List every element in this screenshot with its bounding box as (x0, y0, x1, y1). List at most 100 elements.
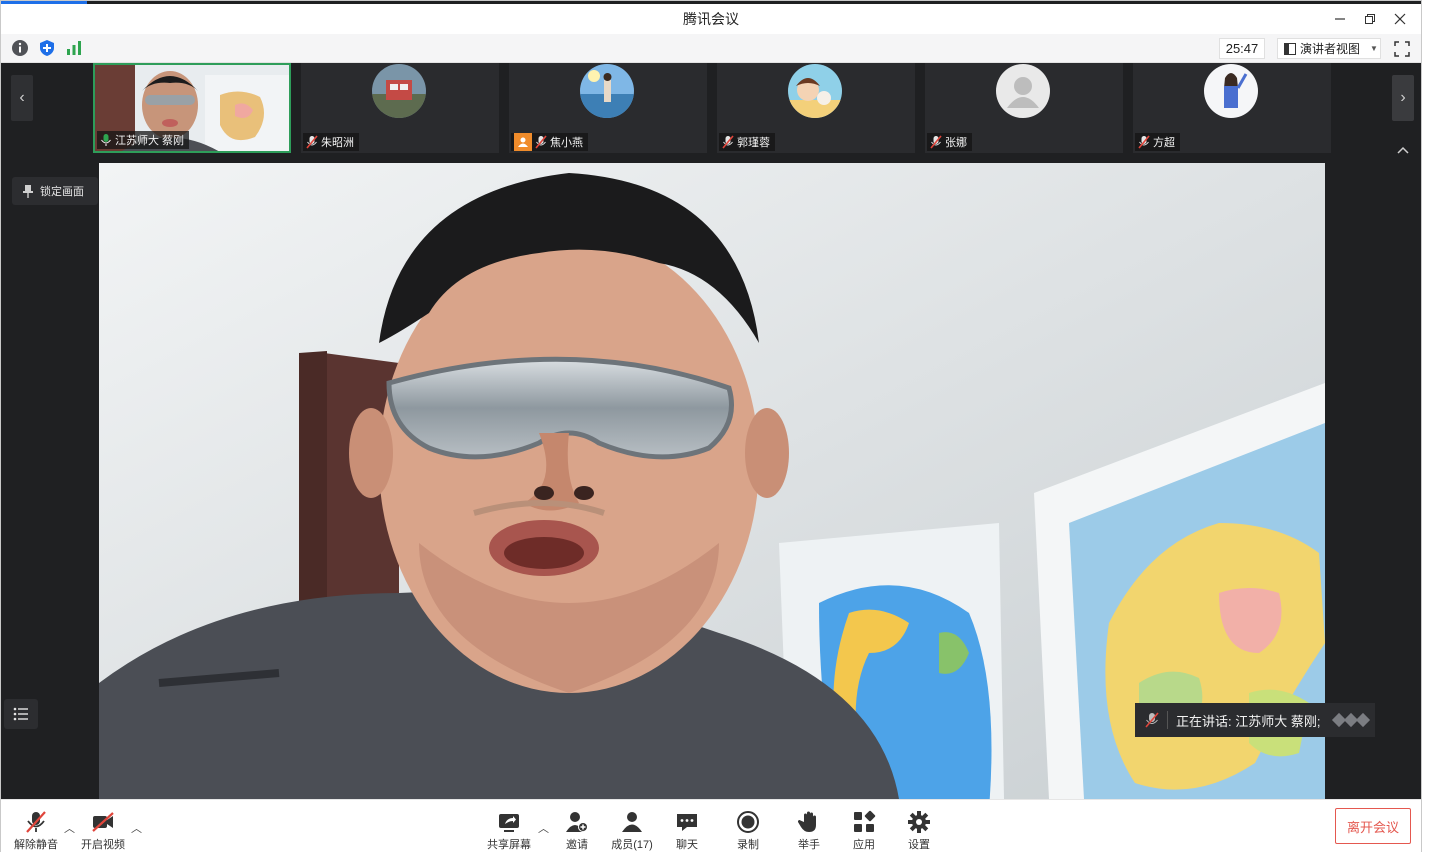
chevron-left-icon: ‹ (19, 89, 25, 106)
share-screen-button[interactable]: 共享屏幕 (481, 810, 537, 852)
invite-label: 邀请 (566, 839, 588, 851)
speaking-text: 正在讲话: 江苏师大 蔡刚; (1176, 713, 1321, 729)
invite-button[interactable]: 邀请 (549, 810, 605, 852)
participant-tile[interactable]: 张娜 (925, 63, 1123, 153)
host-badge-icon (514, 133, 532, 151)
view-mode-label: 演讲者视图 (1300, 42, 1361, 56)
chat-button[interactable]: 聊天 (659, 810, 715, 852)
participant-tile[interactable]: 方超 (1133, 63, 1331, 153)
avatar (788, 64, 842, 118)
title-bar: 腾讯会议 (1, 4, 1421, 34)
participant-tile[interactable]: 焦小燕 (509, 63, 707, 153)
participant-strip: ‹ 江苏师大 蔡刚 朱昭洲 焦小燕 郭瑾蓉 张娜 方超 › (1, 63, 1421, 161)
divider (1167, 711, 1168, 729)
share-screen-label: 共享屏幕 (487, 839, 531, 851)
add-user-icon (566, 812, 588, 832)
unmute-button[interactable]: 解除静音 (8, 810, 64, 852)
meeting-timer: 25:47 (1219, 38, 1265, 59)
record-button[interactable]: 录制 (720, 810, 776, 852)
apps-button[interactable]: 应用 (836, 810, 892, 852)
raise-hand-label: 举手 (798, 839, 820, 851)
layout-icon (1284, 42, 1296, 55)
mic-off-icon (1138, 135, 1150, 149)
share-options-chevron-icon[interactable]: ︿ (538, 820, 549, 836)
avatar (580, 64, 634, 118)
participant-tile[interactable]: 江苏师大 蔡刚 (93, 63, 291, 153)
meeting-window: 腾讯会议 25:47 演讲者视图 ▼ ‹ 江苏师大 蔡刚 朱昭洲 焦小燕 郭瑾蓉… (0, 0, 1422, 853)
member-list-button[interactable] (4, 699, 38, 729)
restore-icon[interactable] (1355, 4, 1385, 34)
participant-name: 焦小燕 (550, 137, 583, 149)
avatar (1204, 64, 1258, 118)
participant-name: 郭瑾蓉 (737, 137, 770, 149)
window-controls (1325, 4, 1415, 34)
video-options-chevron-icon[interactable]: ︿ (131, 820, 142, 836)
participant-name: 朱昭洲 (321, 137, 354, 149)
gear-icon (908, 811, 930, 833)
lock-view-button[interactable]: 锁定画面 (12, 177, 98, 205)
minimize-icon[interactable] (1325, 4, 1355, 34)
chevron-up-icon (1397, 146, 1409, 154)
mic-on-icon (101, 134, 111, 146)
raise-hand-button[interactable]: 举手 (781, 810, 837, 852)
share-screen-icon (499, 814, 519, 832)
window-title: 腾讯会议 (683, 11, 739, 27)
pin-icon (23, 185, 33, 198)
camera-off-icon (92, 812, 114, 832)
info-icon[interactable] (11, 39, 29, 57)
start-video-button[interactable]: 开启视频 (75, 810, 131, 852)
chat-label: 聊天 (676, 839, 698, 851)
list-icon (13, 707, 28, 721)
mic-off-icon (535, 135, 547, 149)
participant-label: 朱昭洲 (303, 133, 359, 151)
mic-off-icon (26, 811, 46, 833)
chevron-right-icon: › (1400, 89, 1406, 106)
members-button[interactable]: 成员(17) (604, 810, 660, 852)
participant-tile[interactable]: 朱昭洲 (301, 63, 499, 153)
lock-view-label: 锁定画面 (40, 186, 84, 198)
speaking-indicator: 正在讲话: 江苏师大 蔡刚; (1135, 703, 1375, 737)
participant-name: 方超 (1153, 137, 1175, 149)
info-bar: 25:47 演讲者视图 ▼ (1, 34, 1421, 63)
bottom-toolbar: 解除静音 ︿ 开启视频 ︿ 共享屏幕 ︿ 邀请 成员(17) 聊天 录制 举手 … (1, 799, 1421, 853)
participant-label: 张娜 (927, 133, 972, 151)
members-label: 成员(17) (611, 839, 653, 851)
participant-tile[interactable]: 郭瑾蓉 (717, 63, 915, 153)
default-avatar-icon (996, 64, 1050, 118)
members-icon (622, 812, 642, 832)
participant-name: 江苏师大 蔡刚 (115, 135, 185, 147)
strip-prev-button[interactable]: ‹ (11, 75, 33, 121)
participant-label: 焦小燕 (511, 133, 588, 151)
unmute-label: 解除静音 (14, 839, 58, 851)
chevron-down-icon: ▼ (1370, 44, 1378, 53)
main-stage: 锁定画面 正在讲话: 江苏师大 蔡刚; (1, 161, 1421, 799)
participant-label: 郭瑾蓉 (719, 133, 775, 151)
view-mode-dropdown[interactable]: 演讲者视图 ▼ (1277, 38, 1381, 59)
sound-wave-icon (1332, 712, 1371, 728)
chat-icon (677, 814, 697, 831)
participant-label: 江苏师大 蔡刚 (97, 131, 190, 149)
mic-off-icon (722, 135, 734, 149)
mic-off-icon (1145, 712, 1159, 728)
mic-off-icon (930, 135, 942, 149)
avatar (372, 64, 426, 118)
participant-name: 张娜 (945, 137, 967, 149)
apps-icon (854, 810, 876, 832)
signal-icon[interactable] (65, 39, 83, 57)
settings-button[interactable]: 设置 (891, 810, 947, 852)
apps-label: 应用 (853, 839, 875, 851)
settings-label: 设置 (908, 839, 930, 851)
start-video-label: 开启视频 (81, 839, 125, 851)
fullscreen-icon[interactable] (1393, 40, 1411, 58)
record-label: 录制 (737, 839, 759, 851)
collapse-strip-button[interactable] (1394, 143, 1412, 157)
hand-icon (797, 811, 816, 832)
participant-label: 方超 (1135, 133, 1180, 151)
mic-off-icon (306, 135, 318, 149)
leave-meeting-button[interactable]: 离开会议 (1335, 808, 1411, 844)
close-icon[interactable] (1385, 4, 1415, 34)
record-icon (737, 811, 759, 833)
strip-next-button[interactable]: › (1392, 75, 1414, 121)
shield-icon[interactable] (38, 39, 56, 57)
audio-options-chevron-icon[interactable]: ︿ (64, 820, 75, 836)
